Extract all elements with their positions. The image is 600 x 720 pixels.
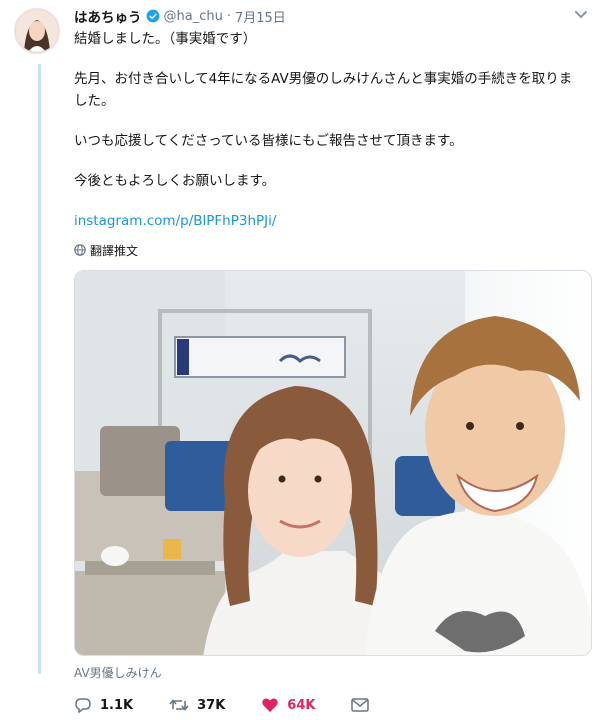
reply-count: 1.1K [100, 697, 134, 713]
verified-badge-icon [146, 9, 159, 23]
reply-button[interactable]: 1.1K [74, 697, 133, 713]
tweet-line-1: 結婚しました。（事実婚です） [74, 31, 257, 47]
retweet-icon [169, 699, 189, 711]
heart-icon [262, 698, 279, 712]
tweet-text: 結婚しました。（事実婚です） 先月、お付き合いして4年になるAV男優のしみけんさ… [74, 28, 584, 232]
tweet-line-4: 今後ともよろしくお願いします。 [74, 173, 276, 189]
thread-line [38, 64, 41, 674]
reply-icon [75, 698, 91, 713]
caret-down-icon[interactable] [574, 10, 588, 20]
direct-message-button[interactable] [351, 698, 377, 712]
tweet-line-3: いつも応援してくださっている皆様にもご報告させて頂きます。 [74, 133, 463, 149]
tweet-header: はあちゅう @ha_chu · 7月15日 [74, 6, 286, 27]
globe-icon [74, 244, 86, 256]
photo-content [75, 271, 591, 655]
like-count: 64K [287, 697, 316, 713]
tweet-photo[interactable] [74, 270, 592, 656]
tweet-line-2: 先月、お付き合いして4年になるAV男優のしみけんさんと事実婚の手続きを取りました… [74, 71, 573, 109]
dm-icon [351, 698, 370, 712]
display-name[interactable]: はあちゅう [74, 6, 142, 26]
retweet-count: 37K [197, 697, 226, 713]
avatar-image [16, 10, 58, 52]
translate-label: 翻譯推文 [90, 243, 139, 258]
timestamp[interactable]: 7月15日 [235, 7, 286, 26]
media-caption: AV男優しみけん [74, 666, 162, 680]
like-button[interactable]: 64K [261, 697, 315, 713]
retweet-button[interactable]: 37K [169, 697, 225, 713]
avatar[interactable] [14, 8, 60, 54]
translate-tweet-button[interactable]: 翻譯推文 [74, 242, 138, 258]
tweet-actions: 1.1K 37K 64K [74, 694, 413, 716]
instagram-link[interactable]: instagram.com/p/BlPFhP3hPJi/ [74, 213, 276, 229]
meta-separator: · [226, 8, 231, 24]
handle[interactable]: @ha_chu [164, 9, 223, 24]
